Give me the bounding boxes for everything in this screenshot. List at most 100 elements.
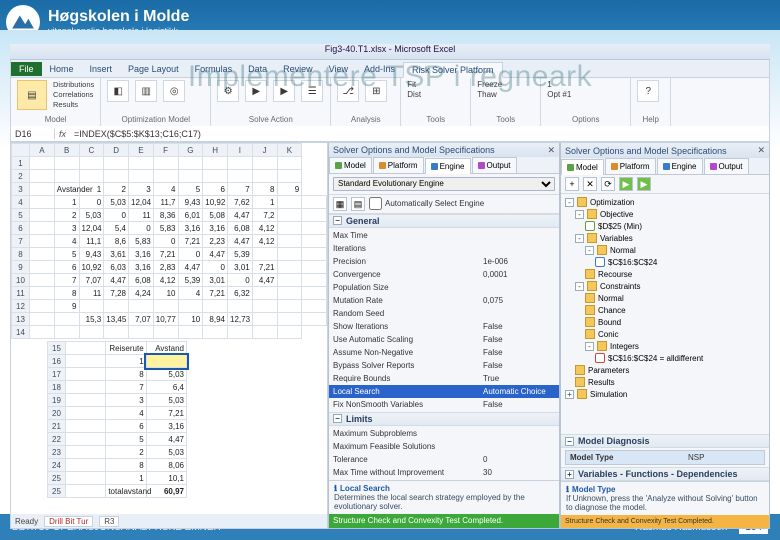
general-section-header[interactable]: −General	[329, 214, 559, 228]
ribbon-tab-view[interactable]: View	[321, 62, 356, 76]
prop-iterations[interactable]: Iterations	[329, 242, 559, 255]
optimize-button[interactable]: ▶	[637, 177, 651, 191]
tree-parameters[interactable]: Parameters	[565, 364, 765, 376]
auto-select-engine-checkbox[interactable]: Automatically Select Engine	[369, 197, 484, 210]
reports-icon[interactable]: ☰	[301, 80, 323, 102]
analyze-button[interactable]: ▶	[619, 177, 633, 191]
tree--c-16-c-24[interactable]: $C$16:$C$24	[565, 256, 765, 268]
tree-recourse[interactable]: Recourse	[565, 268, 765, 280]
model-tree[interactable]: -Optimization-Objective$D$25 (Min)-Varia…	[561, 194, 769, 434]
model-type-row[interactable]: Model Type NSP	[566, 451, 764, 464]
tree-results[interactable]: Results	[565, 376, 765, 388]
panel-tab-platform[interactable]: Platform	[373, 157, 424, 172]
decisions-icon[interactable]: ◧	[107, 80, 129, 102]
refresh-button[interactable]: ⟳	[601, 177, 615, 191]
prop-max-time[interactable]: Max Time	[329, 229, 559, 242]
prop-max-time-without-improvement[interactable]: Max Time without Improvement30	[329, 466, 559, 479]
fit-button[interactable]: Fit	[407, 80, 416, 89]
constraints-icon[interactable]: ▥	[135, 80, 157, 102]
tree-chance[interactable]: Chance	[565, 304, 765, 316]
panel-tab-model[interactable]: Model	[561, 159, 604, 175]
tree-simulation[interactable]: +Simulation	[565, 388, 765, 400]
prop-maximum-feasible-solutions[interactable]: Maximum Feasible Solutions	[329, 440, 559, 453]
ribbon-tab-page-layout[interactable]: Page Layout	[120, 62, 187, 76]
prop-fix-nonsmooth-variables[interactable]: Fix NonSmooth VariablesFalse	[329, 398, 559, 411]
ribbon-tab-formulas[interactable]: Formulas	[187, 62, 241, 76]
ribbon-tab-review[interactable]: Review	[275, 62, 321, 76]
add-button[interactable]: +	[565, 177, 579, 191]
thaw-button[interactable]: Thaw	[477, 90, 497, 99]
opt-count[interactable]: Opt #1	[547, 90, 571, 99]
panel-tab-platform[interactable]: Platform	[605, 158, 656, 174]
samples-icon[interactable]: ⊞	[365, 80, 387, 102]
info-icon: ℹ	[566, 485, 569, 494]
tree-constraints[interactable]: -Constraints	[565, 280, 765, 292]
prop-tolerance[interactable]: Tolerance0	[329, 453, 559, 466]
ribbon-tab-data[interactable]: Data	[240, 62, 275, 76]
tree-normal[interactable]: Normal	[565, 292, 765, 304]
sim-count[interactable]: 1	[547, 80, 551, 89]
prop-random-seed[interactable]: Random Seed	[329, 307, 559, 320]
engine-dropdown[interactable]: Standard Evolutionary Engine	[333, 177, 555, 191]
ribbon-tab-add-ins[interactable]: Add-Ins	[356, 62, 403, 76]
ribbon-group-help: Help	[637, 115, 664, 124]
tree--d-25-min-[interactable]: $D$25 (Min)	[565, 220, 765, 232]
freeze-button[interactable]: Freeze	[477, 80, 502, 89]
fx-icon[interactable]: fx	[55, 129, 70, 139]
sheet-tab-2[interactable]: R3	[99, 516, 119, 527]
panel-tab-engine[interactable]: Engine	[657, 158, 703, 174]
sheet-tab-1[interactable]: Drill Bit Tur	[44, 516, 93, 527]
close-icon[interactable]: ✕	[547, 145, 555, 156]
prop-local-search[interactable]: Local SearchAutomatic Choice	[329, 385, 559, 398]
prop-assume-non-negative[interactable]: Assume Non-NegativeFalse	[329, 346, 559, 359]
close-icon[interactable]: ✕	[757, 145, 765, 156]
ribbon-tab-home[interactable]: Home	[42, 62, 82, 76]
panel-tab-output[interactable]: Output	[472, 157, 517, 172]
ribbon-body: ▤ Distributions Correlations Results Mod…	[11, 78, 769, 126]
worksheet[interactable]: ABCDEFGHIJK123Avstander1234567894105,031…	[10, 143, 328, 529]
model-diagnosis-header[interactable]: −Model Diagnosis	[561, 434, 769, 448]
limits-section-header[interactable]: −Limits	[329, 412, 559, 426]
tree-optimization[interactable]: -Optimization	[565, 196, 765, 208]
ribbon-group-solve: Solve Action	[217, 115, 324, 124]
expand-all-icon[interactable]: ▦	[333, 197, 347, 211]
name-box[interactable]: D16	[11, 129, 55, 139]
tree-normal[interactable]: -Normal	[565, 244, 765, 256]
formula-input[interactable]: =INDEX($C$5:$K$13;C16;C17)	[70, 129, 769, 139]
panel-tab-engine[interactable]: Engine	[425, 158, 471, 173]
simulate-icon[interactable]: ▶	[245, 80, 267, 102]
ribbon-tab-risk-solver-platform[interactable]: Risk Solver Platform	[403, 62, 503, 78]
info-icon: ℹ	[334, 484, 337, 493]
panel-tab-output[interactable]: Output	[704, 158, 749, 174]
parameters-icon[interactable]: ⚙	[217, 80, 239, 102]
prop-precision[interactable]: Precision1e-006	[329, 255, 559, 268]
tree-integers[interactable]: -Integers	[565, 340, 765, 352]
panel-tab-model[interactable]: Model	[329, 157, 372, 172]
vfd-header[interactable]: +Variables - Functions - Dependencies	[561, 467, 769, 481]
prop-bypass-solver-reports[interactable]: Bypass Solver ReportsFalse	[329, 359, 559, 372]
model-icon[interactable]: ▤	[17, 80, 47, 110]
decision-tree-icon[interactable]: ⎇	[337, 80, 359, 102]
prop-convergence[interactable]: Convergence0,0001	[329, 268, 559, 281]
prop-population-size[interactable]: Population Size	[329, 281, 559, 294]
prop-maximum-subproblems[interactable]: Maximum Subproblems	[329, 427, 559, 440]
dist-button[interactable]: Dist	[407, 90, 421, 99]
collapse-all-icon[interactable]: ▤	[351, 197, 365, 211]
prop-require-bounds[interactable]: Require BoundsTrue	[329, 372, 559, 385]
tree-objective[interactable]: -Objective	[565, 208, 765, 220]
ribbon-tab-insert[interactable]: Insert	[82, 62, 121, 76]
optimize-icon[interactable]: ▶	[273, 80, 295, 102]
tree--c-16-c-24-alldifferent[interactable]: $C$16:$C$24 = alldifferent	[565, 352, 765, 364]
tree-conic[interactable]: Conic	[565, 328, 765, 340]
prop-use-automatic-scaling[interactable]: Use Automatic ScalingFalse	[329, 333, 559, 346]
engine-options-panel: Solver Options and Model Specifications …	[328, 143, 560, 529]
ribbon-tab-file[interactable]: File	[11, 62, 42, 76]
delete-button[interactable]: ✕	[583, 177, 597, 191]
objective-icon[interactable]: ◎	[163, 80, 185, 102]
tree-variables[interactable]: -Variables	[565, 232, 765, 244]
help-icon[interactable]: ?	[637, 80, 659, 102]
prop-show-iterations[interactable]: Show IterationsFalse	[329, 320, 559, 333]
prop-mutation-rate[interactable]: Mutation Rate0,075	[329, 294, 559, 307]
tree-bound[interactable]: Bound	[565, 316, 765, 328]
model-menu-items: Distributions Correlations Results	[53, 80, 94, 109]
